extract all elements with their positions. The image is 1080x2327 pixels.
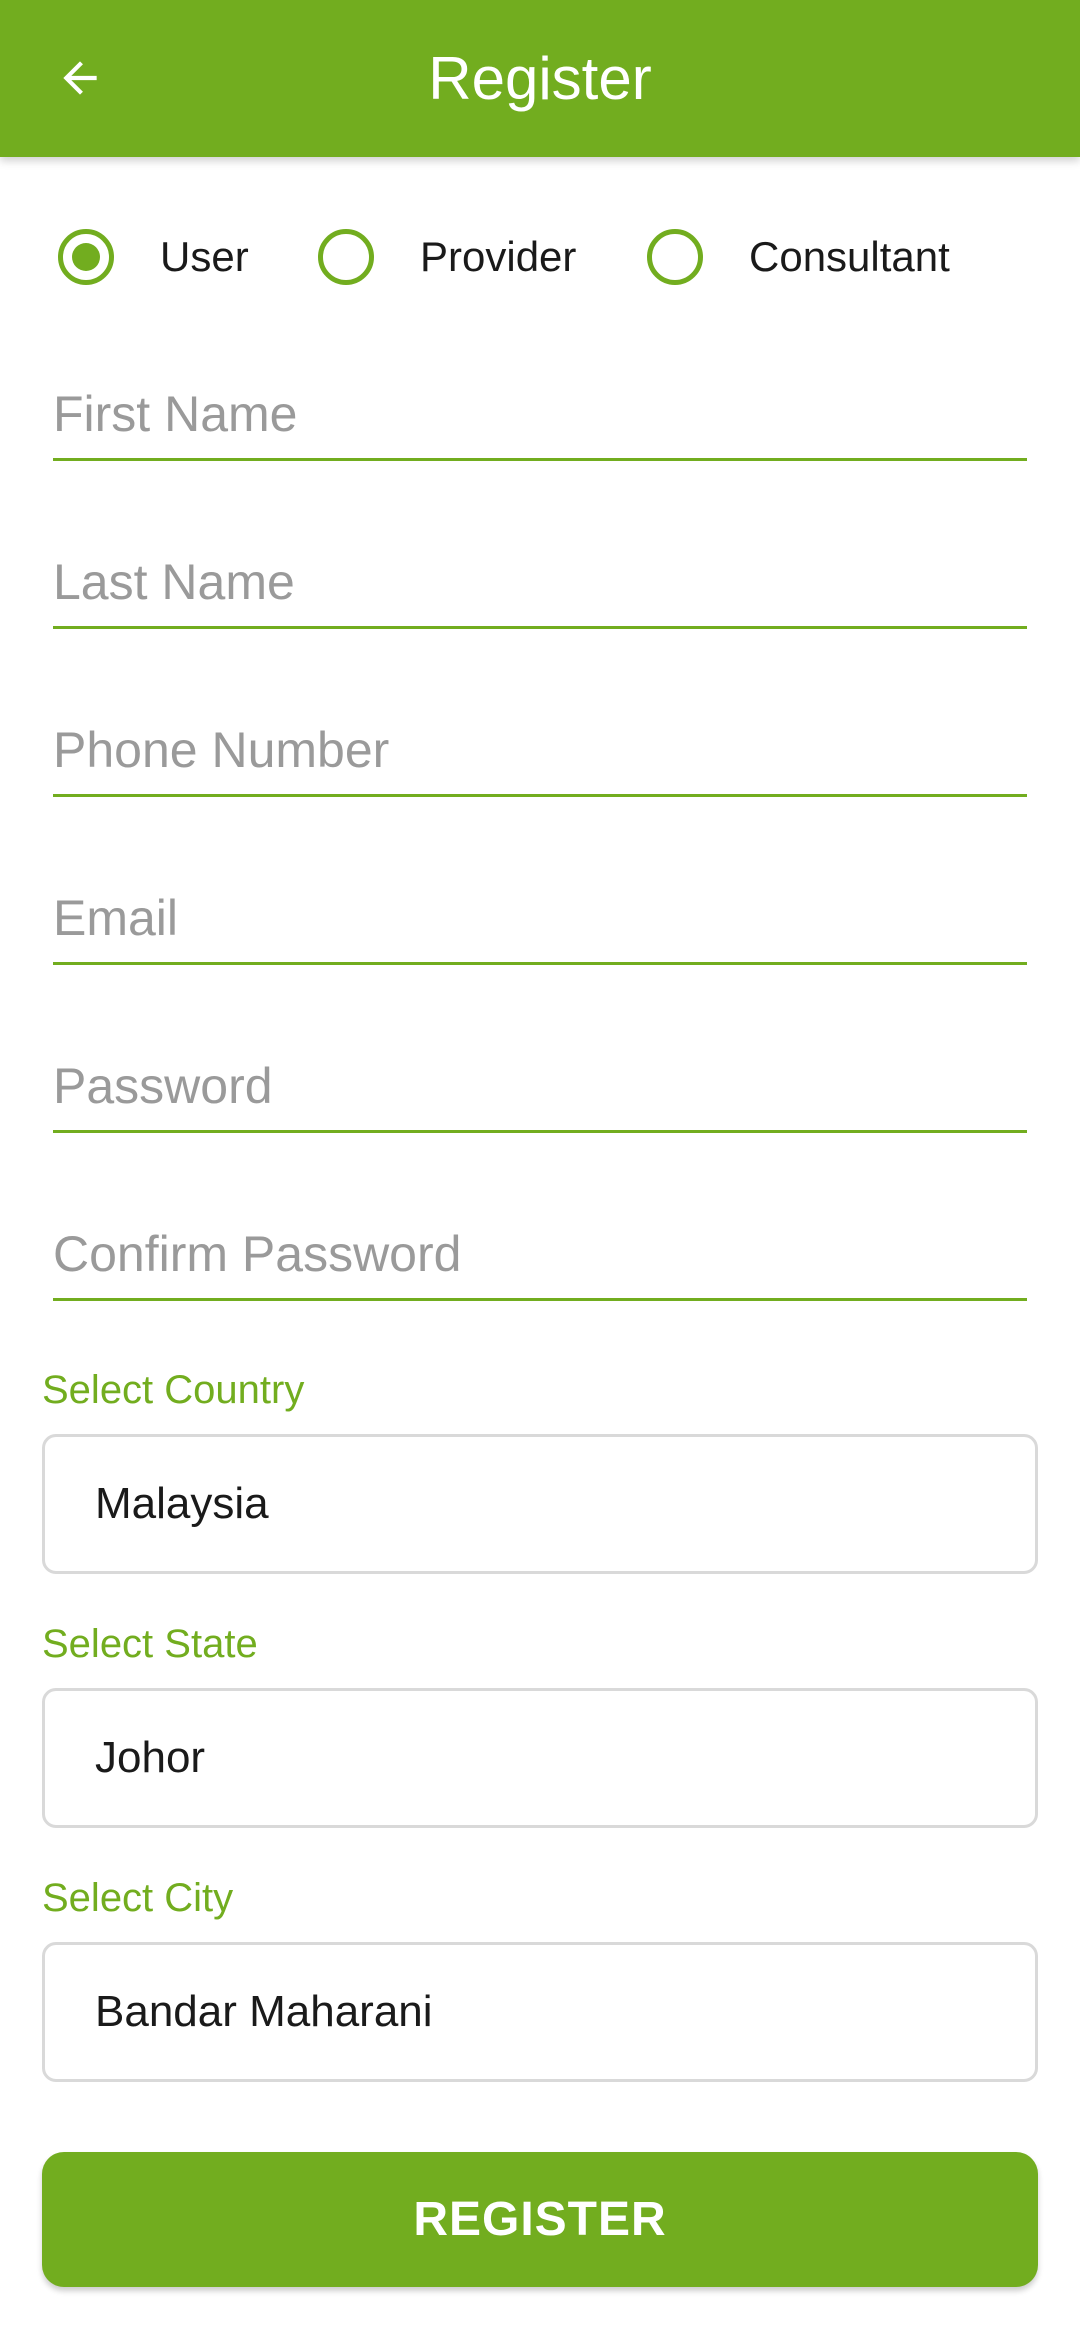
account-type-group: User Provider Consultant: [0, 222, 1080, 292]
radio-unselected-icon: [647, 229, 703, 285]
state-select[interactable]: Johor: [42, 1688, 1038, 1828]
city-label: Select City: [42, 1876, 234, 1920]
radio-unselected-icon: [318, 229, 374, 285]
email-input[interactable]: [53, 882, 1027, 954]
page-title: Register: [428, 45, 652, 112]
city-select[interactable]: Bandar Maharani: [42, 1942, 1038, 2082]
state-label: Select State: [42, 1622, 258, 1666]
first-name-field: [53, 378, 1027, 461]
country-value: Malaysia: [95, 1479, 269, 1528]
radio-label-user: User: [160, 233, 249, 280]
country-select[interactable]: Malaysia: [42, 1434, 1038, 1574]
confirm-password-input[interactable]: [53, 1218, 1027, 1290]
password-field: [53, 1050, 1027, 1133]
state-value: Johor: [95, 1733, 206, 1782]
radio-label-provider: Provider: [420, 233, 577, 280]
password-input[interactable]: [53, 1050, 1027, 1122]
app-bar: Register: [0, 0, 1080, 157]
radio-provider[interactable]: Provider: [318, 222, 576, 292]
last-name-field: [53, 546, 1027, 629]
first-name-input[interactable]: [53, 378, 1027, 450]
last-name-input[interactable]: [53, 546, 1027, 618]
radio-user[interactable]: User: [58, 222, 249, 292]
phone-field: [53, 714, 1027, 797]
confirm-password-field: [53, 1218, 1027, 1301]
radio-consultant[interactable]: Consultant: [647, 222, 950, 292]
email-field: [53, 882, 1027, 965]
radio-selected-icon: [58, 229, 114, 285]
radio-label-consultant: Consultant: [749, 233, 950, 280]
register-button[interactable]: REGISTER: [42, 2152, 1038, 2287]
phone-input[interactable]: [53, 714, 1027, 786]
city-value: Bandar Maharani: [95, 1987, 433, 2036]
country-label: Select Country: [42, 1368, 305, 1412]
